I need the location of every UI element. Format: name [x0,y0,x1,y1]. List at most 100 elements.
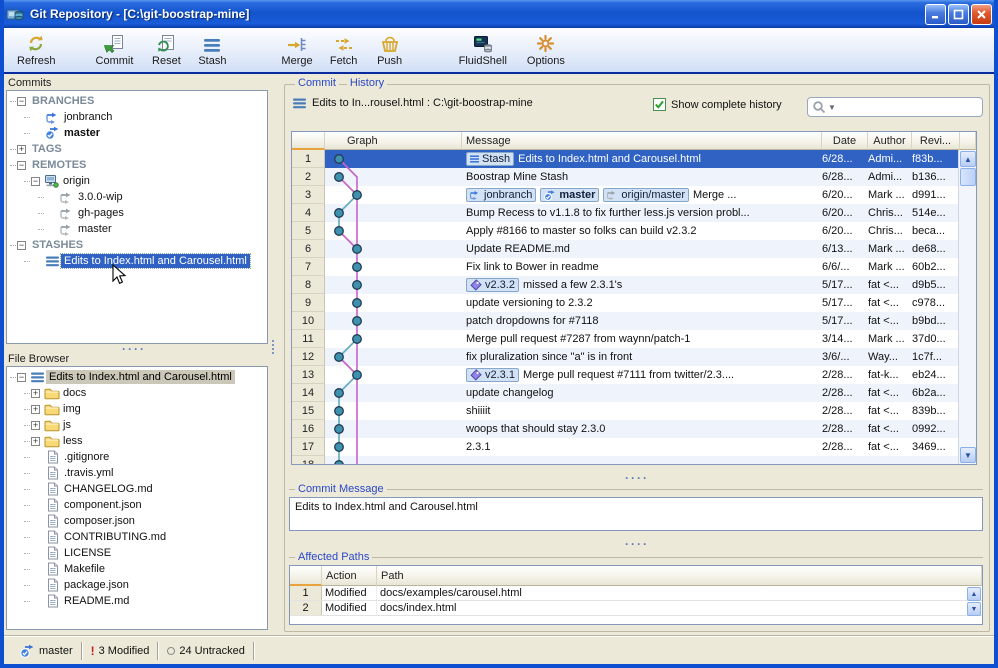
row-number[interactable]: 13 [292,366,325,384]
minimize-button[interactable] [925,3,946,25]
expand-toggle[interactable]: + [31,388,40,398]
commit-row-16[interactable]: 16 woops that should stay 2.3.0 2/28... fat… [292,420,976,438]
row-number[interactable]: 1 [292,150,325,168]
row-number[interactable]: 12 [292,348,325,366]
row-number[interactable]: 2 [292,168,325,186]
merge-button[interactable]: Merge [274,31,319,69]
row-number[interactable]: 15 [292,402,325,420]
tab-history[interactable]: History [346,77,388,89]
title-bar[interactable]: Git Repository - [C:\git-boostrap-mine] [4,0,994,28]
status-untracked[interactable]: 24 Untracked [159,641,252,661]
commit-row-content[interactable]: shiiiit 2/28... fat <... 839b... [325,402,976,420]
tree-item-readme-md[interactable]: README.md [7,593,267,609]
commit-row-content[interactable]: Boostrap Mine Stash 6/28... Admi... b136... [325,168,976,186]
corner-header-cell[interactable] [292,132,325,150]
expand-toggle[interactable]: − [17,372,26,382]
row-number[interactable]: 18 [292,456,325,464]
affected-path-row-2[interactable]: 2 Modified docs/index.html [290,601,982,616]
refresh-button[interactable]: Refresh [10,31,63,69]
row-number[interactable]: 17 [292,438,325,456]
scroll-down-button[interactable]: ▼ [960,447,976,463]
paths-scroll-up-button[interactable]: ▲ [967,587,981,601]
tree-item-changelog-md[interactable]: CHANGELOG.md [7,481,267,497]
row-number[interactable]: 16 [292,420,325,438]
row-number[interactable]: 11 [292,330,325,348]
row-number[interactable]: 10 [292,312,325,330]
tree-item-package-json[interactable]: package.json [7,577,267,593]
commit-row-content[interactable] [325,456,976,464]
commit-row-7[interactable]: 7 Fix link to Bower in readme 6/6/... Mark … [292,258,976,276]
tree-item-branches[interactable]: − BRANCHES [7,93,267,109]
message-splitter[interactable]: ···· [625,538,649,550]
search-box[interactable]: ▼ [807,97,983,117]
tree-item-edits-to-index-html-and-carousel-html[interactable]: − Edits to Index.html and Carousel.html [7,369,267,385]
tree-item-master[interactable]: master [7,221,267,237]
expand-toggle[interactable]: + [31,436,40,446]
tree-item-makefile[interactable]: Makefile [7,561,267,577]
row-number[interactable]: 9 [292,294,325,312]
commit-row-content[interactable]: Merge pull request #7287 from waynn/patc… [325,330,976,348]
expand-toggle[interactable]: − [17,240,26,250]
tree-item-less[interactable]: + less [7,433,267,449]
commit-row-content[interactable]: jonbranch master origin/master Merge ... 6/2… [325,186,976,204]
paths-corner-header[interactable] [290,566,322,586]
commit-row-18[interactable]: 18 [292,456,976,464]
commit-row-2[interactable]: 2 Boostrap Mine Stash 6/28... Admi... b136..… [292,168,976,186]
options-button[interactable]: Options [520,31,572,69]
column-header-revi[interactable]: Revi... [912,132,960,150]
maximize-button[interactable] [948,3,969,25]
tree-item-license[interactable]: LICENSE [7,545,267,561]
row-number[interactable]: 5 [292,222,325,240]
commit-row-10[interactable]: 10 patch dropdowns for #7118 5/17... fat <.… [292,312,976,330]
tree-item-master[interactable]: master [7,125,267,141]
commit-row-11[interactable]: 11 Merge pull request #7287 from waynn/pa… [292,330,976,348]
paths-column-action[interactable]: Action [322,566,377,586]
search-dropdown-icon[interactable]: ▼ [828,103,836,112]
commit-row-content[interactable]: patch dropdowns for #7118 5/17... fat <...… [325,312,976,330]
commit-row-content[interactable]: Fix link to Bower in readme 6/6/... Mark .… [325,258,976,276]
commit-row-4[interactable]: 4 Bump Recess to v1.1.8 to fix further le… [292,204,976,222]
commit-row-9[interactable]: 9 update versioning to 2.3.2 5/17... fat <.… [292,294,976,312]
row-number[interactable]: 14 [292,384,325,402]
column-header-author[interactable]: Author [868,132,912,150]
tree-item-3-0-0-wip[interactable]: 3.0.0-wip [7,189,267,205]
commit-row-12[interactable]: 12 fix pluralization since "a" is in fron… [292,348,976,366]
row-number[interactable]: 7 [292,258,325,276]
column-header-date[interactable]: Date [822,132,868,150]
commit-row-content[interactable]: update versioning to 2.3.2 5/17... fat <..… [325,294,976,312]
fetch-button[interactable]: Fetch [322,31,366,69]
commit-button[interactable]: Commit [89,31,141,69]
commit-row-14[interactable]: 14 update changelog 2/28... fat <... 6b2a... [292,384,976,402]
commit-row-8[interactable]: 8 v2.3.2 missed a few 2.3.1's 5/17... fat <.… [292,276,976,294]
affected-path-row-1[interactable]: 1 Modified docs/examples/carousel.html [290,586,982,601]
paths-scrollbar[interactable]: ▲ ▼ [967,587,981,617]
status-branch[interactable]: master [12,641,81,661]
commit-row-1[interactable]: 1 Stash Edits to Index.html and Carousel.h… [292,150,976,168]
commit-row-6[interactable]: 6 Update README.md 6/13... Mark ... de68... [292,240,976,258]
show-complete-history-checkbox[interactable] [653,98,666,111]
close-button[interactable] [971,3,992,25]
tree-item-jonbranch[interactable]: jonbranch [7,109,267,125]
commit-row-content[interactable]: Update README.md 6/13... Mark ... de68... [325,240,976,258]
expand-toggle[interactable]: − [17,160,26,170]
paths-scroll-down-button[interactable]: ▼ [967,602,981,616]
expand-toggle[interactable]: − [31,176,40,186]
paths-column-path[interactable]: Path [377,566,982,586]
row-number[interactable]: 4 [292,204,325,222]
commit-row-content[interactable]: v2.3.1 Merge pull request #7111 from twit… [325,366,976,384]
row-number[interactable]: 8 [292,276,325,294]
tree-item-composer-json[interactable]: composer.json [7,513,267,529]
row-number[interactable]: 3 [292,186,325,204]
commit-row-3[interactable]: 3 jonbranch master origin/master Merge ... 6/… [292,186,976,204]
expand-toggle[interactable]: − [17,96,26,106]
stash-button[interactable]: Stash [190,31,234,69]
tree-item-tags[interactable]: + TAGS [7,141,267,157]
status-modified[interactable]: ! 3 Modified [83,641,158,661]
scroll-up-button[interactable]: ▲ [960,151,976,167]
commit-row-content[interactable]: 2.3.1 2/28... fat <... 3469... [325,438,976,456]
fluidshell-button[interactable]: FluidShell [452,31,514,69]
tree-item-remotes[interactable]: − REMOTES [7,157,267,173]
tree-item-edits-to-index-html-and-carousel-html[interactable]: Edits to Index.html and Carousel.html [7,253,267,269]
scroll-thumb[interactable] [960,168,976,186]
tree-item-component-json[interactable]: component.json [7,497,267,513]
